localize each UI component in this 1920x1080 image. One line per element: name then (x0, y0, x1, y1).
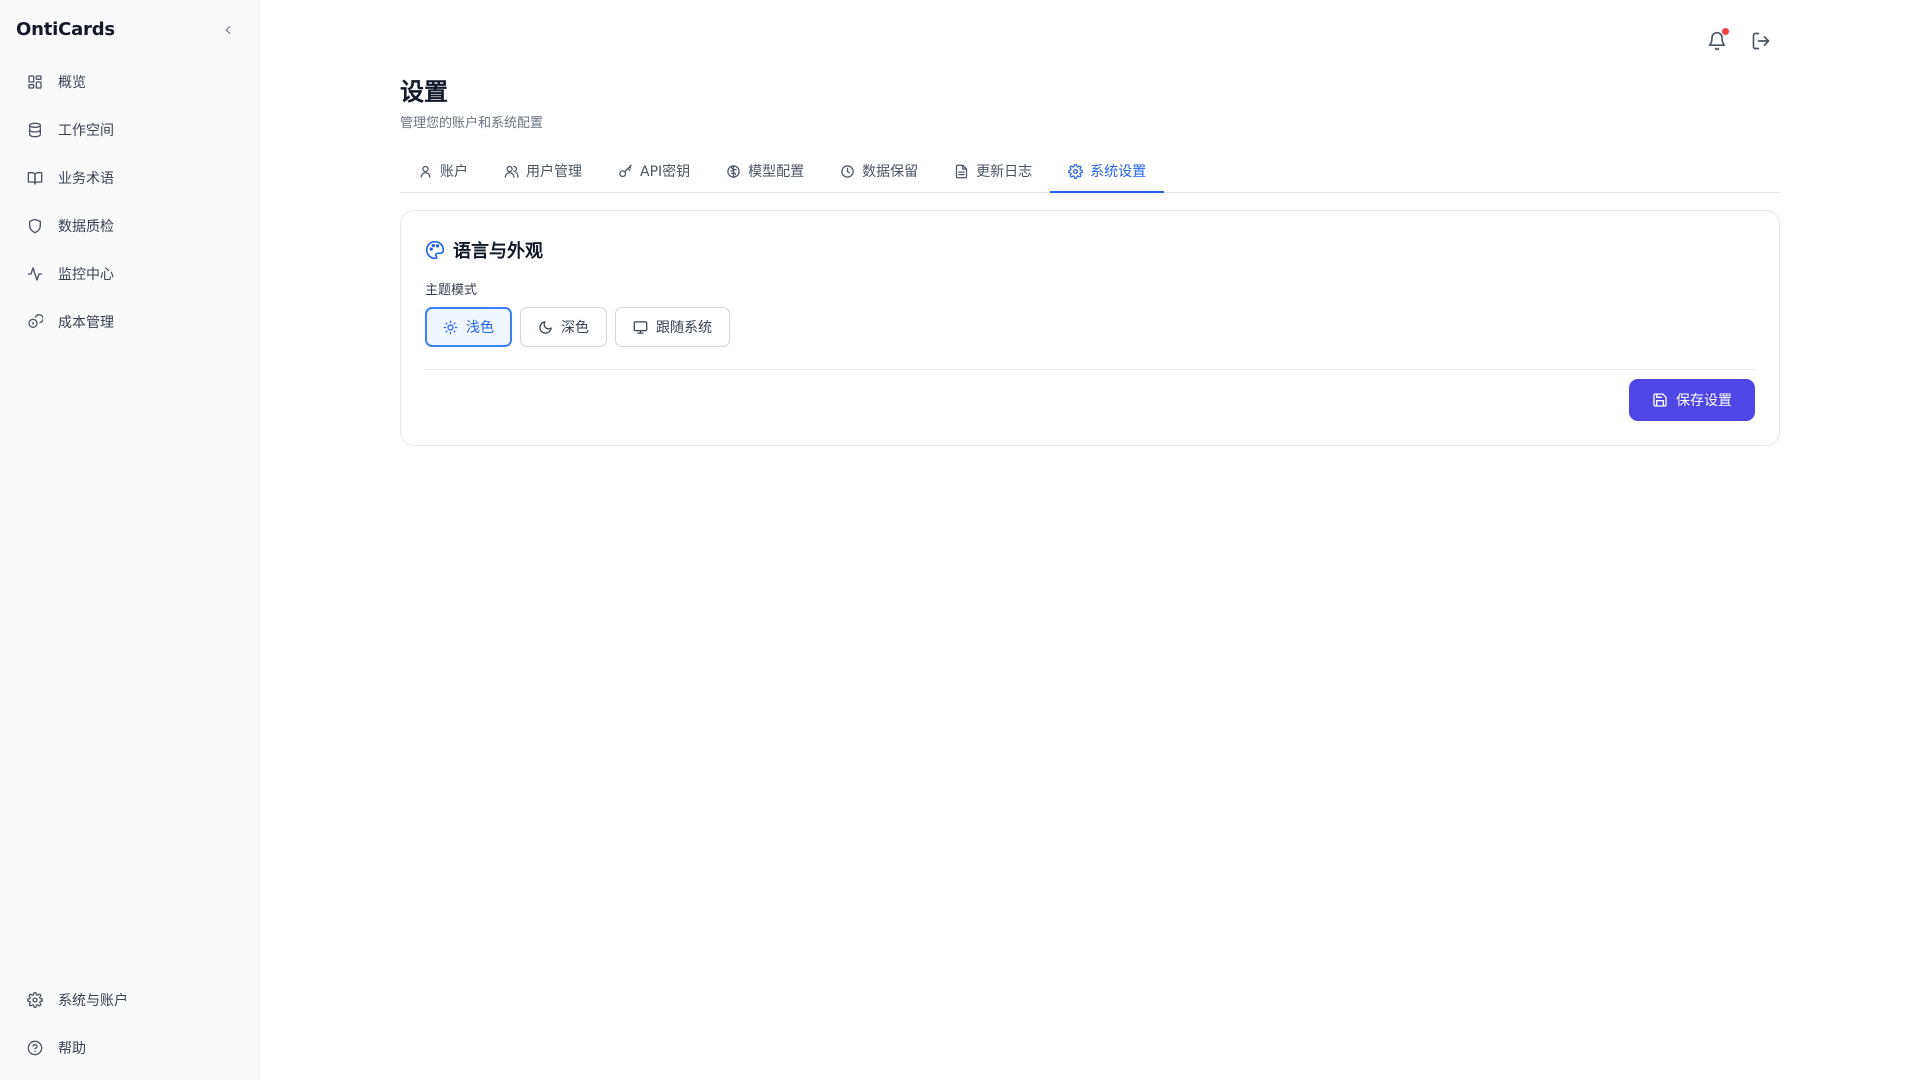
sidebar-item-system-account[interactable]: 系统与账户 (16, 980, 244, 1020)
moon-icon (538, 320, 553, 335)
sidebar-item-help[interactable]: 帮助 (16, 1028, 244, 1068)
palette-icon (425, 240, 445, 260)
tab-label: 数据保留 (862, 164, 919, 180)
layout-grid-icon (27, 74, 43, 90)
tab-label: 账户 (440, 164, 468, 180)
monitor-icon (633, 320, 648, 335)
notification-dot (1722, 28, 1729, 35)
tab-changelog[interactable]: 更新日志 (936, 150, 1050, 192)
tab-label: 模型配置 (748, 164, 805, 180)
sidebar-item-overview[interactable]: 概览 (16, 62, 244, 102)
tab-label: API密钥 (640, 164, 691, 180)
sidebar-item-glossary[interactable]: 业务术语 (16, 158, 244, 198)
sidebar-collapse-button[interactable] (218, 20, 238, 40)
notifications-button[interactable] (1706, 28, 1729, 52)
clock-icon (840, 164, 855, 179)
card-header: 语言与外观 (425, 237, 543, 263)
save-button-label: 保存设置 (1676, 393, 1732, 409)
brain-icon (726, 164, 741, 179)
sidebar-bottom-nav: 系统与账户 帮助 (16, 980, 244, 1076)
appearance-card: 语言与外观 主题模式 浅色 深色 跟随系统 保存设置 (400, 210, 1780, 446)
sidebar-item-label: 业务术语 (58, 171, 114, 187)
sidebar-item-label: 系统与账户 (58, 993, 128, 1009)
key-icon (618, 164, 633, 179)
card-divider (425, 369, 1755, 370)
theme-mode-label: 主题模式 (425, 283, 478, 298)
coins-icon (27, 314, 43, 330)
sidebar-item-cost[interactable]: 成本管理 (16, 302, 244, 342)
tab-system-settings[interactable]: 系统设置 (1050, 150, 1165, 193)
logout-button[interactable] (1750, 30, 1772, 52)
theme-light-button[interactable]: 浅色 (425, 307, 512, 347)
tab-data-retention[interactable]: 数据保留 (822, 150, 936, 192)
tab-label: 用户管理 (526, 164, 582, 180)
settings-tabs: 账户 用户管理 API密钥 模型配置 数据保留 更新日志 系统设置 (400, 150, 1780, 193)
sidebar-item-monitoring[interactable]: 监控中心 (16, 254, 244, 294)
sidebar-item-data-quality[interactable]: 数据质检 (16, 206, 244, 246)
help-circle-icon (27, 1040, 43, 1056)
sidebar-item-workspace[interactable]: 工作空间 (16, 110, 244, 150)
app-root: OntiCards 概览 工作空间 业务术语 数据质检 监控中心 成本管理 系统… (0, 0, 1920, 1080)
activity-icon (27, 266, 43, 282)
card-title: 语言与外观 (453, 241, 543, 262)
sidebar-item-label: 工作空间 (58, 123, 114, 139)
sidebar-nav: 概览 工作空间 业务术语 数据质检 监控中心 成本管理 (16, 62, 244, 350)
logout-icon (1751, 31, 1771, 51)
tab-user-management[interactable]: 用户管理 (486, 150, 600, 192)
tab-account[interactable]: 账户 (400, 150, 486, 192)
database-icon (27, 122, 43, 138)
file-text-icon (954, 164, 969, 179)
theme-mode-selector: 浅色 深色 跟随系统 (425, 307, 730, 347)
users-icon (504, 164, 519, 179)
save-icon (1652, 392, 1668, 408)
sidebar-item-label: 数据质检 (58, 219, 114, 235)
sidebar-item-label: 监控中心 (58, 267, 114, 283)
theme-label: 深色 (561, 320, 589, 336)
tab-api-keys[interactable]: API密钥 (600, 150, 708, 192)
theme-system-button[interactable]: 跟随系统 (615, 307, 730, 347)
shield-icon (27, 218, 43, 234)
save-settings-button[interactable]: 保存设置 (1629, 379, 1755, 421)
theme-label: 跟随系统 (656, 320, 712, 336)
header-actions (1706, 28, 1772, 52)
page-subtitle: 管理您的账户和系统配置 (400, 116, 544, 131)
sidebar-item-label: 成本管理 (58, 315, 114, 331)
sidebar-item-label: 帮助 (58, 1041, 86, 1057)
tab-model-config[interactable]: 模型配置 (708, 150, 822, 192)
chevron-left-icon (221, 23, 235, 37)
gear-icon (27, 992, 43, 1008)
tab-label: 更新日志 (976, 164, 1033, 180)
user-icon (418, 164, 433, 179)
sun-icon (443, 320, 458, 335)
book-open-icon (27, 170, 43, 186)
theme-label: 浅色 (466, 320, 494, 336)
sidebar-item-label: 概览 (58, 75, 86, 91)
sidebar: OntiCards 概览 工作空间 业务术语 数据质检 监控中心 成本管理 系统… (0, 0, 260, 1080)
brand-logo[interactable]: OntiCards (16, 19, 115, 40)
tab-label: 系统设置 (1090, 164, 1147, 180)
theme-dark-button[interactable]: 深色 (520, 307, 607, 347)
page-title: 设置 (400, 78, 448, 106)
gear-icon (1068, 163, 1084, 179)
